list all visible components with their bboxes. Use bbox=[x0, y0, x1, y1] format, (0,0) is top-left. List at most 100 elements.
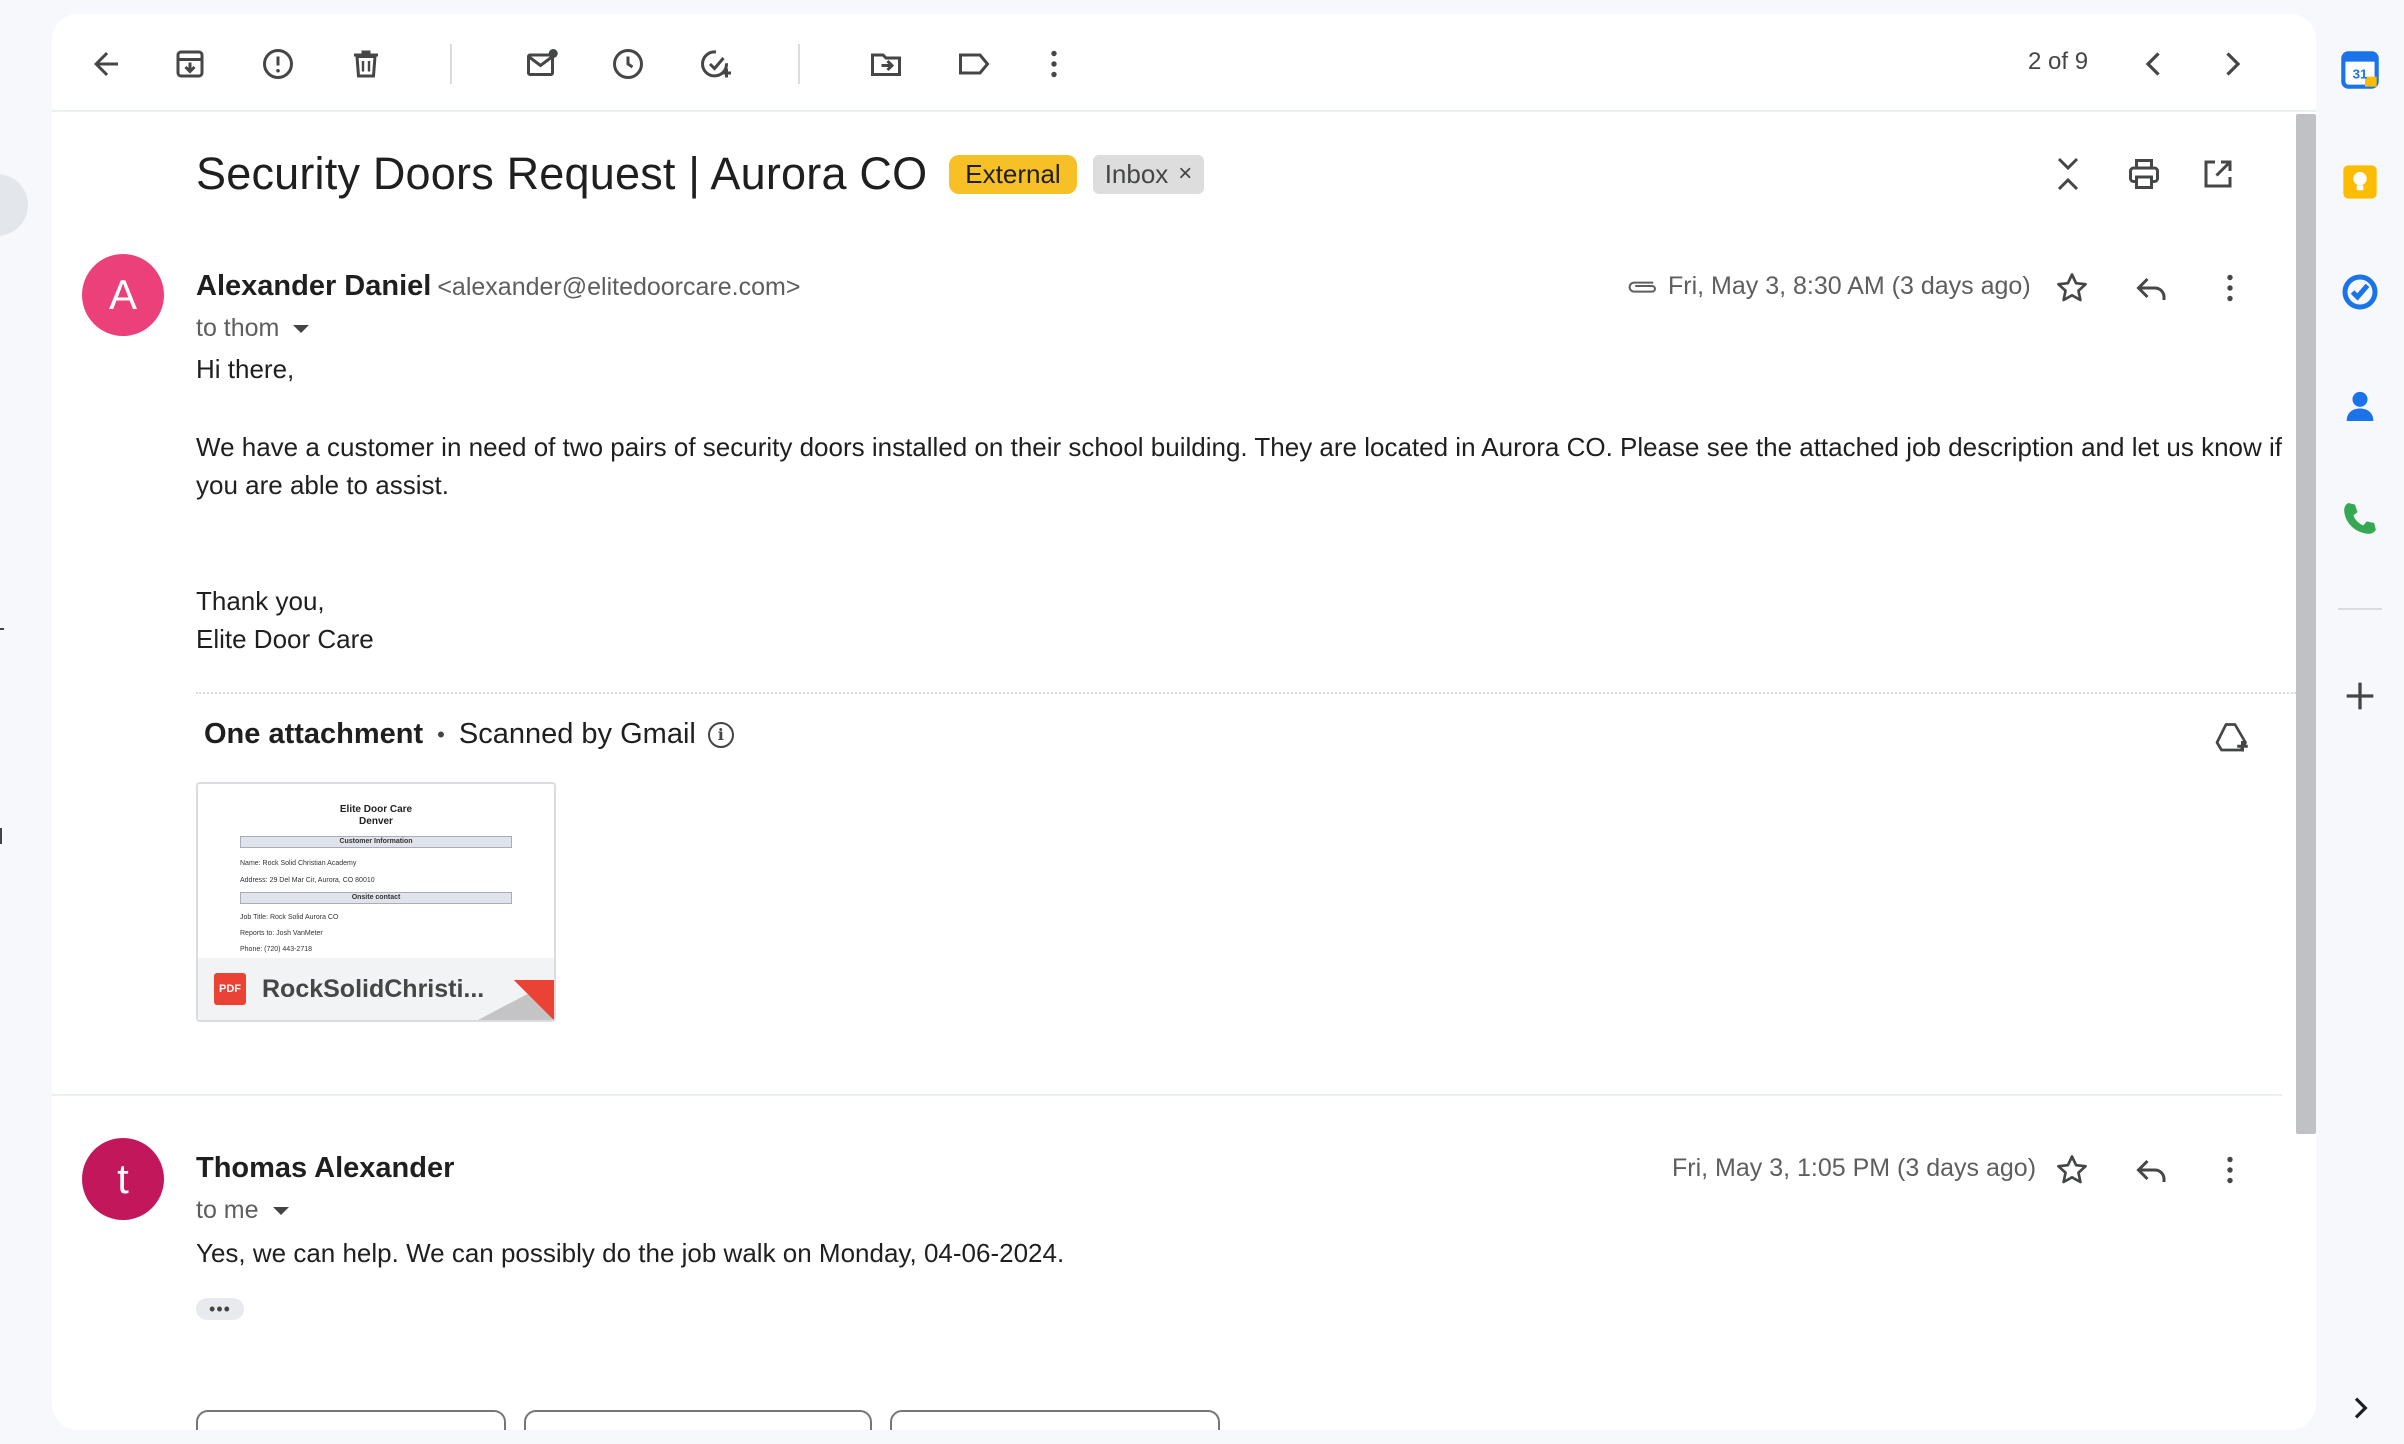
attachment-divider bbox=[196, 692, 2296, 694]
archive-icon bbox=[176, 50, 204, 78]
snooze-button[interactable] bbox=[600, 36, 656, 92]
move-to-button[interactable] bbox=[858, 36, 914, 92]
collapse-icon bbox=[2057, 157, 2079, 191]
keep-app-button[interactable] bbox=[2336, 158, 2384, 206]
sender-name[interactable]: Thomas Alexander bbox=[196, 1152, 454, 1185]
remove-label-icon[interactable]: × bbox=[1178, 160, 1192, 188]
keep-icon bbox=[2343, 165, 2377, 199]
older-button[interactable] bbox=[2204, 36, 2260, 92]
smart-reply-chip[interactable] bbox=[524, 1410, 872, 1430]
inbox-label[interactable]: Inbox × bbox=[1092, 154, 1205, 194]
attachment-preview[interactable]: Elite Door Care Denver Customer Informat… bbox=[198, 784, 554, 958]
preview-line: Address: 29 Del Mar Cir, Aurora, CO 8001… bbox=[240, 877, 375, 884]
preview-section: Customer Information bbox=[240, 836, 512, 848]
message-closing: Thank you, bbox=[196, 586, 325, 616]
sender-name-text: Alexander Daniel bbox=[196, 270, 432, 302]
preview-line: Name: Rock Solid Christian Academy bbox=[240, 860, 357, 867]
save-to-drive-button[interactable] bbox=[2204, 710, 2260, 766]
preview-subheading: Denver bbox=[359, 816, 393, 827]
more-vert-icon bbox=[2227, 274, 2233, 302]
attachments-header: One attachment • Scanned by Gmail i bbox=[204, 718, 734, 751]
show-trimmed-content-button[interactable]: ••• bbox=[196, 1298, 244, 1320]
reply-icon bbox=[2136, 277, 2166, 300]
smart-reply-chip[interactable] bbox=[196, 1410, 506, 1430]
newer-button[interactable] bbox=[2126, 36, 2182, 92]
chevron-left-icon bbox=[2145, 52, 2160, 76]
nav-item-partial[interactable] bbox=[0, 174, 28, 236]
archive-button[interactable] bbox=[162, 36, 218, 92]
scanned-label: Scanned by Gmail bbox=[458, 718, 696, 750]
snooze-icon bbox=[613, 49, 643, 79]
message-date[interactable]: Fri, May 3, 8:30 AM (3 days ago) bbox=[1668, 272, 2031, 301]
contacts-app-button[interactable] bbox=[2336, 382, 2384, 430]
reply-button[interactable] bbox=[2124, 260, 2180, 316]
star-button[interactable] bbox=[2044, 1142, 2100, 1198]
preview-line: Reports to: Josh VanMeter bbox=[240, 930, 323, 937]
recipient-line[interactable]: to thom bbox=[196, 314, 310, 343]
open-new-window-button[interactable] bbox=[2190, 146, 2246, 202]
attachments-count: One attachment bbox=[204, 718, 424, 750]
message-more-button[interactable] bbox=[2202, 1142, 2258, 1198]
attachment-card[interactable]: Elite Door Care Denver Customer Informat… bbox=[196, 782, 556, 1022]
plus-icon bbox=[2346, 682, 2374, 710]
attachment-filename: RockSolidChristi... bbox=[262, 974, 485, 1003]
message-body: Yes, we can help. We can possibly do the… bbox=[196, 1238, 1065, 1268]
reply-button[interactable] bbox=[2124, 1142, 2180, 1198]
sender-email: <alexander@elitedoorcare.com> bbox=[437, 273, 801, 301]
left-nav-edge bbox=[0, 0, 52, 1444]
voice-app-button[interactable] bbox=[2336, 494, 2384, 542]
message-date[interactable]: Fri, May 3, 1:05 PM (3 days ago) bbox=[1672, 1154, 2036, 1183]
tasks-app-button[interactable] bbox=[2336, 268, 2384, 316]
toolbar-separator bbox=[798, 44, 800, 84]
recipient-line[interactable]: to me bbox=[196, 1196, 289, 1225]
pdf-icon: PDF bbox=[214, 973, 246, 1005]
preview-heading: Elite Door Care bbox=[339, 804, 413, 815]
get-addons-button[interactable] bbox=[2336, 672, 2384, 720]
mark-unread-button[interactable] bbox=[514, 36, 570, 92]
message-greeting: Hi there, bbox=[196, 354, 295, 384]
phone-icon bbox=[2344, 503, 2376, 534]
collapse-all-button[interactable] bbox=[2040, 146, 2096, 202]
print-button[interactable] bbox=[2116, 146, 2172, 202]
subject-title: Security Doors Request | Aurora CO bbox=[196, 148, 928, 199]
external-badge: External bbox=[949, 154, 1077, 194]
page-count: 2 of 9 bbox=[2028, 48, 2089, 75]
subject-row: Security Doors Request | Aurora CO Exter… bbox=[196, 144, 1205, 204]
add-task-button[interactable] bbox=[688, 36, 744, 92]
print-icon bbox=[2129, 159, 2159, 189]
attachment-indicator bbox=[1614, 258, 1670, 314]
open-in-new-icon bbox=[2204, 160, 2232, 188]
nav-tick bbox=[0, 628, 4, 630]
toolbar-separator bbox=[450, 44, 452, 84]
reply-icon bbox=[2136, 1159, 2166, 1182]
info-icon[interactable]: i bbox=[707, 721, 734, 748]
sender-avatar[interactable]: t bbox=[82, 1138, 164, 1220]
sender-name[interactable]: Alexander Daniel <alexander@elitedoorcare… bbox=[196, 270, 800, 303]
star-button[interactable] bbox=[2044, 260, 2100, 316]
chevron-down-icon[interactable] bbox=[272, 1206, 289, 1215]
star-icon bbox=[2057, 273, 2087, 302]
message-signature: Elite Door Care bbox=[196, 624, 374, 654]
labels-button[interactable] bbox=[946, 36, 1002, 92]
message-more-button[interactable] bbox=[2202, 260, 2258, 316]
delete-button[interactable] bbox=[338, 36, 394, 92]
calendar-app-button[interactable]: 31 bbox=[2336, 46, 2384, 94]
add-task-icon bbox=[701, 50, 731, 78]
move-to-icon bbox=[871, 53, 901, 76]
more-button[interactable] bbox=[1026, 36, 1082, 92]
preview-line: Phone: (720) 443-2718 bbox=[240, 946, 312, 953]
sender-avatar[interactable]: A bbox=[82, 254, 164, 336]
message-view: 2 of 9 Security Doors Request | Aurora C… bbox=[52, 14, 2316, 1430]
page-fold-accent bbox=[514, 980, 554, 1020]
smart-reply-chip[interactable] bbox=[890, 1410, 1220, 1430]
delete-icon bbox=[354, 50, 378, 78]
report-spam-icon bbox=[263, 49, 293, 79]
side-panel-rail: 31 bbox=[2316, 0, 2404, 1444]
add-to-drive-icon bbox=[2215, 723, 2248, 752]
nav-tick bbox=[0, 828, 2, 844]
hide-side-panel-button[interactable] bbox=[2336, 1384, 2384, 1432]
separator-dot: • bbox=[437, 721, 445, 747]
back-button[interactable] bbox=[78, 36, 134, 92]
chevron-down-icon[interactable] bbox=[293, 324, 310, 333]
report-spam-button[interactable] bbox=[250, 36, 306, 92]
